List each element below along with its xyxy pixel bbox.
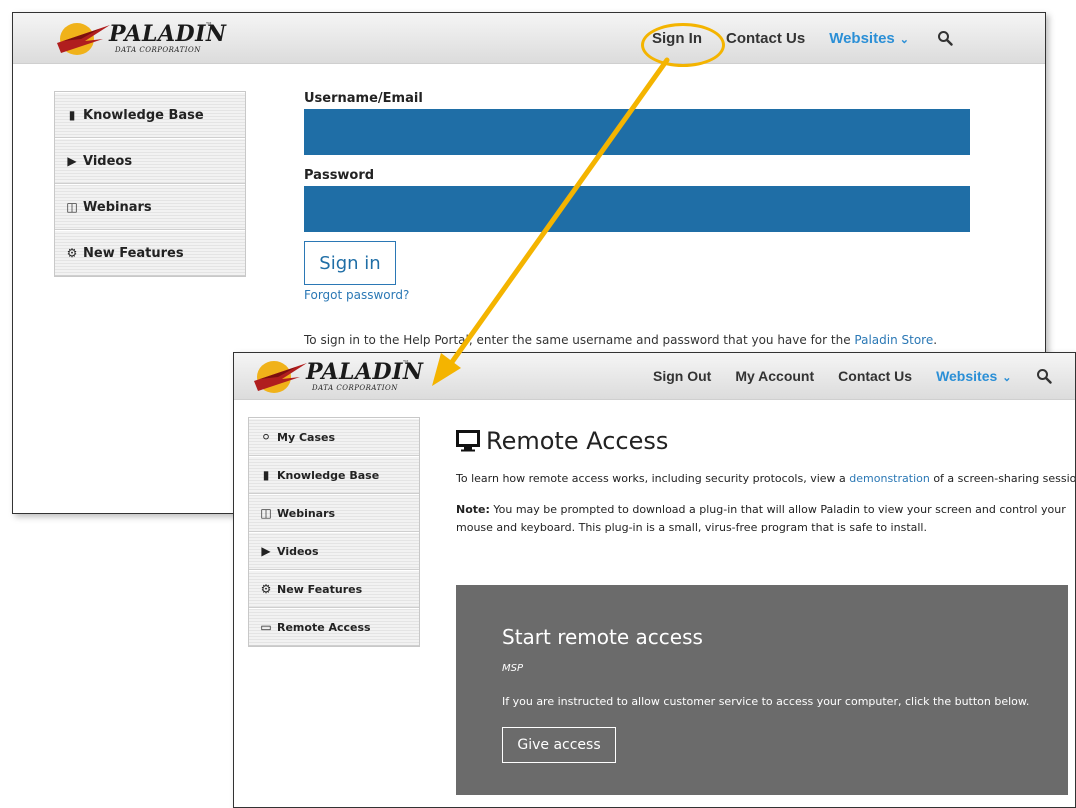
logo-trademark: ™ <box>402 359 410 368</box>
globe-icon: ⚪ <box>260 430 272 444</box>
nav-websites[interactable]: Websites ⌄ <box>829 30 909 47</box>
sidebar-item-label: Webinars <box>277 506 336 520</box>
give-access-button[interactable]: Give access <box>502 727 616 763</box>
demonstration-link[interactable]: demonstration <box>849 472 930 485</box>
sign-in-note: To sign in to the Help Portal, enter the… <box>304 333 937 347</box>
sidebar-item-label: Videos <box>83 153 133 169</box>
webinar-icon: ◫ <box>260 506 272 520</box>
page-title: Remote Access <box>456 427 668 455</box>
sidebar-item-webinars[interactable]: ◫ Webinars <box>55 184 245 230</box>
access-description: If you are instructed to allow customer … <box>502 695 1030 708</box>
top-nav-bar: PALADIN ™ DATA CORPORATION Sign Out My A… <box>234 353 1075 400</box>
sign-in-note-end: . <box>933 333 938 347</box>
nav-my-account[interactable]: My Account <box>735 368 814 384</box>
nav-contact-us[interactable]: Contact Us <box>726 30 805 47</box>
username-label: Username/Email <box>304 91 423 106</box>
sidebar-item-knowledge-base[interactable]: ▮ Knowledge Base <box>55 92 245 138</box>
search-icon[interactable] <box>1036 368 1052 384</box>
access-subtitle: MSP <box>502 663 524 674</box>
paladin-store-link[interactable]: Paladin Store <box>854 333 933 347</box>
plugin-note: Note: You may be prompted to download a … <box>456 501 1066 537</box>
sidebar-item-videos[interactable]: ▶ Videos <box>249 532 419 570</box>
nav-websites[interactable]: Websites ⌄ <box>936 368 1011 384</box>
access-title: Start remote access <box>502 625 703 649</box>
top-nav-bar: PALADIN ™ DATA CORPORATION Sign In Conta… <box>13 13 1045 64</box>
sidebar-item-my-cases[interactable]: ⚪ My Cases <box>249 418 419 456</box>
gear-icon: ⚙ <box>66 246 78 260</box>
logo-trademark: ™ <box>205 21 213 30</box>
nav-contact-us[interactable]: Contact Us <box>838 368 912 384</box>
sidebar-item-remote-access[interactable]: ▭ Remote Access <box>249 608 419 646</box>
remote-access-panel: Start remote access MSP If you are instr… <box>456 585 1068 795</box>
sidebar-item-new-features[interactable]: ⚙ New Features <box>249 570 419 608</box>
note-label: Note: <box>456 503 490 516</box>
intro-text: To learn how remote access works, includ… <box>456 470 1076 488</box>
page-title-text: Remote Access <box>486 427 669 455</box>
sidebar-item-label: New Features <box>277 582 363 596</box>
sidebar-item-label: Remote Access <box>277 620 371 634</box>
sidebar-item-knowledge-base[interactable]: ▮ Knowledge Base <box>249 456 419 494</box>
webinar-icon: ◫ <box>66 200 78 214</box>
search-icon[interactable] <box>937 30 953 46</box>
password-field[interactable] <box>304 186 970 232</box>
sidebar-item-videos[interactable]: ▶ Videos <box>55 138 245 184</box>
sign-in-button[interactable]: Sign in <box>304 241 396 285</box>
nav-sign-out[interactable]: Sign Out <box>653 368 711 384</box>
book-icon: ▮ <box>262 468 270 482</box>
sidebar-item-webinars[interactable]: ◫ Webinars <box>249 494 419 532</box>
nav-websites-label: Websites <box>936 368 998 384</box>
sidebar-item-label: Knowledge Base <box>83 107 204 123</box>
video-icon: ▶ <box>67 154 77 168</box>
sidebar-item-label: Webinars <box>83 199 152 215</box>
chevron-down-icon: ⌄ <box>1002 372 1012 384</box>
monitor-icon: ▭ <box>260 620 272 634</box>
chevron-down-icon: ⌄ <box>899 33 909 46</box>
paladin-logo[interactable]: PALADIN ™ DATA CORPORATION <box>252 357 432 397</box>
monitor-icon <box>456 430 480 452</box>
paladin-arrow-logo-icon <box>57 23 110 55</box>
logo-subtitle: DATA CORPORATION <box>115 46 201 54</box>
book-icon: ▮ <box>68 108 76 122</box>
note-text: You may be prompted to download a plug-i… <box>456 503 1066 534</box>
paladin-arrow-logo-icon <box>254 361 307 393</box>
remote-access-page-screenshot: PALADIN ™ DATA CORPORATION Sign Out My A… <box>233 352 1076 808</box>
sidebar-item-new-features[interactable]: ⚙ New Features <box>55 230 245 276</box>
gear-icon: ⚙ <box>260 582 272 596</box>
intro-text-start: To learn how remote access works, includ… <box>456 472 850 485</box>
nav-websites-label: Websites <box>829 29 895 47</box>
logo-subtitle: DATA CORPORATION <box>312 384 398 392</box>
sidebar-item-label: New Features <box>83 245 184 261</box>
sidebar-item-label: Knowledge Base <box>277 468 380 482</box>
sidebar-menu: ⚪ My Cases ▮ Knowledge Base ◫ Webinars ▶… <box>248 417 420 647</box>
sidebar-menu: ▮ Knowledge Base ▶ Videos ◫ Webinars ⚙ N… <box>54 91 246 277</box>
username-field[interactable] <box>304 109 970 155</box>
intro-text-end: of a screen-sharing session. <box>929 472 1076 485</box>
sidebar-item-label: My Cases <box>277 430 335 444</box>
password-label: Password <box>304 168 375 183</box>
forgot-password-link[interactable]: Forgot password? <box>304 288 409 302</box>
paladin-logo[interactable]: PALADIN ™ DATA CORPORATION <box>55 19 235 59</box>
sign-in-note-text: To sign in to the Help Portal, enter the… <box>304 333 855 347</box>
sign-in-highlight-circle <box>641 23 725 67</box>
top-nav: Sign Out My Account Contact Us Websites ⌄ <box>653 353 1052 399</box>
sidebar-item-label: Videos <box>277 544 319 558</box>
video-icon: ▶ <box>261 544 271 558</box>
